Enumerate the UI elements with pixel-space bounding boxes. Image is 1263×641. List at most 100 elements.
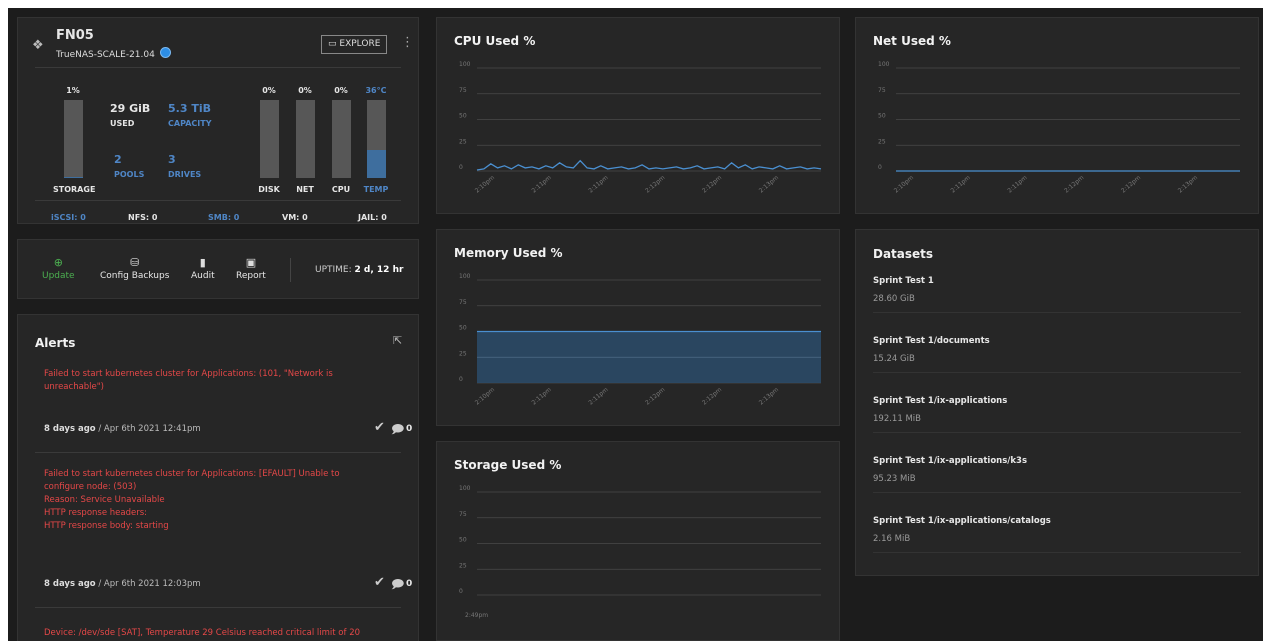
alert-message: Failed to start kubernetes cluster for A… (44, 369, 333, 392)
comment-icon[interactable]: 🗩 (391, 420, 404, 441)
comment-icon[interactable]: 🗩 (391, 575, 404, 596)
dataset-name[interactable]: Sprint Test 1/ix-applications (873, 396, 1007, 406)
x-tick-label: 2:10pm (893, 174, 915, 194)
alert-timestamp: 8 days ago / Apr 6th 2021 12:03pm (44, 579, 201, 589)
report-button[interactable]: ▣ Report (236, 256, 266, 281)
cpu-label: CPU (331, 185, 351, 194)
x-tick-label: 2:12pm (644, 386, 666, 406)
cpu-meter (332, 100, 351, 178)
divider (35, 67, 401, 68)
nfs-count: NFS: 0 (128, 213, 158, 222)
truenas-logo-icon: ❖ (32, 38, 44, 53)
vm-count: VM: 0 (282, 213, 308, 222)
y-tick-label: 75 (459, 299, 467, 306)
more-vert-icon[interactable]: ⋮ (401, 35, 414, 50)
used-label: USED (110, 119, 135, 128)
divider (873, 432, 1241, 433)
divider (873, 372, 1241, 373)
y-tick-label: 50 (459, 113, 467, 120)
capacity-value: 5.3 TiB (168, 102, 211, 115)
dataset-size: 95.23 MiB (873, 474, 916, 484)
storage-chart-card: Storage Used % 100 75 50 25 0 2:49pm (436, 441, 840, 641)
used-value: 29 GiB (110, 102, 151, 115)
storage-meter-fill (64, 177, 83, 178)
net-chart: 100 75 50 25 0 2:10pm 2:11pm 2:11pm 2:12pm 2:12pm… (878, 61, 1240, 195)
x-tick-label: 2:11pm (950, 174, 972, 194)
y-tick-label: 75 (459, 87, 467, 94)
y-tick-label: 25 (459, 562, 467, 569)
x-tick-label: 2:11pm (587, 174, 609, 194)
actions-card: ⊕ Update ⛁ Config Backups ▮ Audit ▣ Report U… (17, 239, 419, 299)
net-percent: 0% (298, 86, 312, 95)
audit-button[interactable]: ▮ Audit (191, 256, 215, 281)
system-card: ❖ FN05 TrueNAS-SCALE-21.04 ▭ EXPLORE ⋮ 1… (17, 17, 419, 224)
folder-icon: ▭ (328, 39, 337, 49)
drives-label: DRIVES (168, 170, 202, 179)
y-tick-label: 0 (459, 164, 463, 171)
net-meter (296, 100, 315, 178)
y-tick-label: 75 (878, 87, 886, 94)
x-tick-label: 2:13pm (1177, 174, 1199, 194)
net-chart-card: Net Used % 100 75 50 25 0 2:10pm 2:11pm 2:11pm 2… (855, 17, 1259, 214)
config-backups-button[interactable]: ⛁ Config Backups (100, 256, 169, 281)
alert-message: Failed to start kubernetes cluster for A… (44, 469, 340, 531)
dismiss-check-icon[interactable]: ✔ (374, 575, 385, 590)
cpu-percent: 0% (334, 86, 348, 95)
uptime: UPTIME: 2 d, 12 hr (315, 265, 404, 275)
y-tick-label: 100 (459, 273, 471, 280)
info-icon[interactable] (159, 47, 171, 58)
storage-chart: 100 75 50 25 0 2:49pm (459, 485, 821, 619)
dataset-name[interactable]: Sprint Test 1/ix-applications/k3s (873, 456, 1027, 466)
temp-value: 36°C (365, 86, 387, 95)
dataset-name[interactable]: Sprint Test 1 (873, 276, 934, 286)
y-tick-label: 0 (459, 588, 463, 595)
divider (873, 312, 1241, 313)
temp-label: TEMP (363, 185, 389, 194)
x-tick-label: 2:11pm (531, 174, 553, 194)
net-label: NET (296, 185, 314, 194)
y-tick-label: 0 (878, 164, 882, 171)
y-tick-label: 75 (459, 511, 467, 518)
divider (35, 200, 401, 201)
x-tick-label: 2:49pm (465, 612, 488, 619)
y-tick-label: 50 (459, 325, 467, 332)
comment-count: 0 (406, 424, 413, 434)
x-tick-label: 2:13pm (758, 386, 780, 406)
disk-meter (260, 100, 279, 178)
storage-percent: 1% (66, 86, 80, 95)
dataset-name[interactable]: Sprint Test 1/documents (873, 336, 990, 346)
y-tick-label: 100 (459, 485, 471, 492)
x-tick-label: 2:11pm (1006, 174, 1028, 194)
expand-icon[interactable]: ⇱ (393, 334, 402, 347)
series-line (476, 159, 822, 171)
explore-button[interactable]: ▭ EXPLORE (321, 35, 388, 54)
divider (873, 492, 1241, 493)
image-icon: ▣ (245, 256, 257, 269)
x-tick-label: 2:10pm (474, 386, 496, 406)
dashboard: ❖ FN05 TrueNAS-SCALE-21.04 ▭ EXPLORE ⋮ 1… (8, 8, 1263, 641)
dismiss-check-icon[interactable]: ✔ (374, 420, 385, 435)
smb-count: SMB: 0 (208, 213, 240, 222)
disk-label: DISK (258, 185, 280, 194)
update-button[interactable]: ⊕ Update (42, 256, 75, 281)
y-tick-label: 50 (459, 537, 467, 544)
divider (35, 452, 401, 453)
cpu-chart: 100 75 50 25 0 2:10pm 2:11pm 2:11pm 2:12pm 2:12pm… (459, 61, 822, 195)
pools-value: 2 (114, 153, 122, 166)
dataset-size: 28.60 GiB (873, 294, 915, 304)
backup-icon: ⛁ (130, 256, 140, 269)
alerts-title: Alerts (35, 336, 76, 350)
dataset-name[interactable]: Sprint Test 1/ix-applications/catalogs (873, 516, 1051, 526)
hostname: FN05 (56, 28, 94, 43)
y-tick-label: 100 (878, 61, 890, 68)
y-tick-label: 100 (459, 61, 471, 68)
x-tick-label: 2:12pm (1120, 174, 1142, 194)
storage-label: STORAGE (53, 185, 96, 194)
update-icon: ⊕ (53, 256, 63, 269)
memory-chart-card: Memory Used % 100 75 50 25 0 2:10pm 2:11pm 2:11… (436, 229, 840, 426)
jail-count: JAIL: 0 (358, 213, 387, 222)
cpu-chart-card: CPU Used % 100 75 50 25 0 2:10pm 2:11pm 2:11pm 2… (436, 17, 840, 214)
x-tick-label: 2:12pm (644, 174, 666, 194)
comment-count: 0 (406, 579, 413, 589)
x-tick-label: 2:12pm (1063, 174, 1085, 194)
